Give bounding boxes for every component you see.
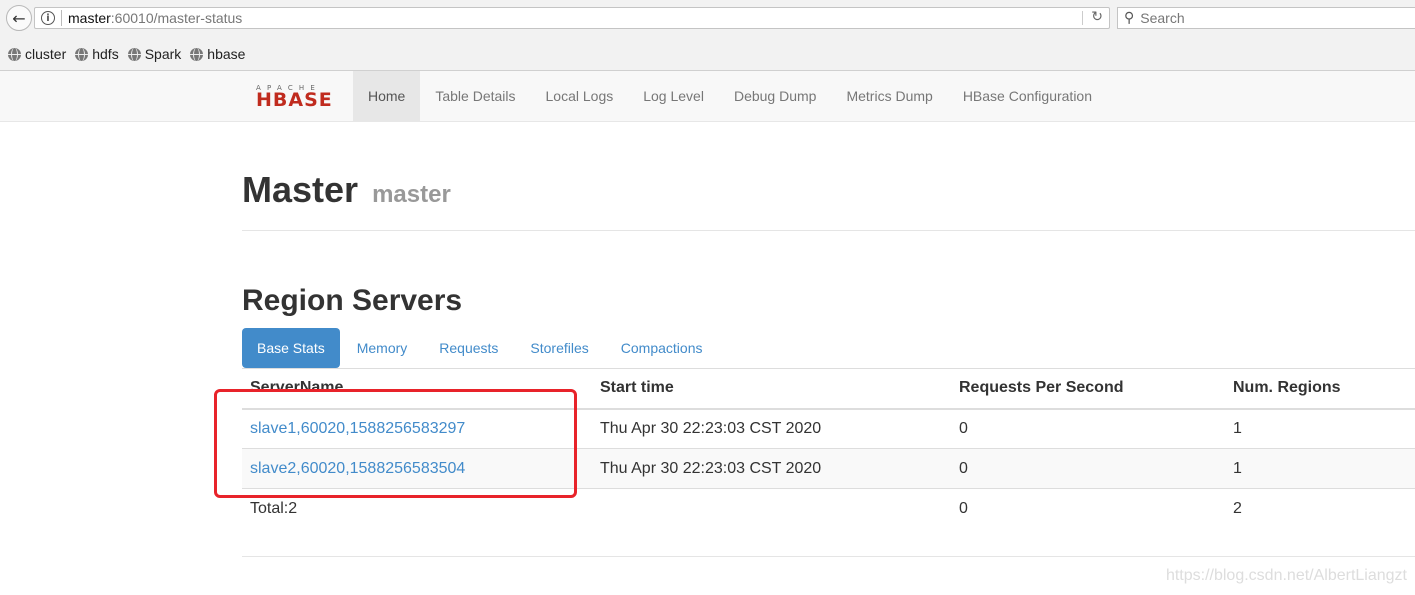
url-host: master	[68, 10, 111, 26]
footer-divider	[242, 556, 1415, 557]
page-subtitle: master	[372, 181, 451, 208]
total-label-cell: Total:2	[242, 488, 592, 529]
column-header: Requests Per Second	[951, 368, 1225, 410]
nav-debug-dump[interactable]: Debug Dump	[719, 71, 832, 121]
start-time-cell: Thu Apr 30 22:23:03 CST 2020	[592, 408, 951, 449]
back-arrow-icon[interactable]: ←	[6, 5, 32, 31]
search-placeholder: Search	[1140, 10, 1185, 26]
bookmark-hbase[interactable]: hbase	[190, 46, 245, 62]
table-header-row: ServerName Start time Requests Per Secon…	[242, 368, 1415, 410]
nav-home[interactable]: Home	[353, 71, 421, 121]
column-header: Start time	[592, 368, 951, 410]
bookmark-label: hbase	[207, 46, 246, 62]
globe-icon	[190, 47, 204, 61]
total-regions-cell: 2	[1225, 488, 1415, 529]
tab-requests[interactable]: Requests	[424, 328, 513, 368]
tab-memory[interactable]: Memory	[342, 328, 423, 368]
column-header: Num. Regions	[1225, 368, 1415, 410]
region-servers-table: ServerName Start time Requests Per Secon…	[242, 368, 1415, 529]
browser-search-input[interactable]: ⚲ Search	[1117, 7, 1415, 29]
globe-icon	[75, 47, 89, 61]
regions-cell: 1	[1225, 408, 1415, 449]
bookmark-label: Spark	[144, 46, 182, 62]
logo-hbase-text: HBASE	[256, 89, 333, 111]
column-header: ServerName	[242, 368, 592, 410]
bookmark-hdfs[interactable]: hdfs	[75, 46, 119, 62]
tab-base-stats[interactable]: Base Stats	[242, 328, 340, 368]
watermark: https://blog.csdn.net/AlbertLiangzt	[1165, 567, 1407, 584]
bookmark-label: hdfs	[92, 46, 119, 62]
bookmark-spark[interactable]: Spark	[127, 46, 182, 62]
nav-table-details[interactable]: Table Details	[420, 71, 530, 121]
url-divider	[61, 10, 62, 26]
reload-icon[interactable]: ↻	[1091, 9, 1103, 25]
bookmark-cluster[interactable]: cluster	[8, 46, 66, 62]
start-time-cell: Thu Apr 30 22:23:03 CST 2020	[592, 448, 951, 489]
nav-menu: Home Table Details Local Logs Log Level …	[353, 71, 1107, 121]
table-row: slave2,60020,1588256583504 Thu Apr 30 22…	[242, 448, 1415, 489]
regions-cell: 1	[1225, 448, 1415, 489]
nav-hbase-configuration[interactable]: HBase Configuration	[948, 71, 1107, 121]
region-servers-title: Region Servers	[242, 284, 463, 317]
empty-cell	[592, 488, 951, 529]
browser-toolbar: ← i master:60010/master-status ↻ ⚲ Searc…	[0, 0, 1415, 38]
nav-local-logs[interactable]: Local Logs	[531, 71, 629, 121]
table-row: slave1,60020,1588256583297 Thu Apr 30 22…	[242, 408, 1415, 449]
hbase-logo[interactable]: APACHE HBASE	[256, 84, 340, 111]
server-link[interactable]: slave2,60020,1588256583504	[250, 460, 465, 477]
requests-cell: 0	[951, 408, 1225, 449]
tab-storefiles[interactable]: Storefiles	[515, 328, 603, 368]
tab-compactions[interactable]: Compactions	[606, 328, 718, 368]
url-path: :60010/master-status	[110, 10, 243, 26]
page-title-text: Master	[242, 169, 359, 210]
total-requests-cell: 0	[951, 488, 1225, 529]
nav-log-level[interactable]: Log Level	[628, 71, 719, 121]
server-link[interactable]: slave1,60020,1588256583297	[250, 420, 465, 437]
globe-icon	[127, 47, 141, 61]
page-title: Master master	[242, 170, 451, 215]
address-bar[interactable]: i master:60010/master-status ↻	[34, 7, 1110, 29]
search-icon: ⚲	[1124, 10, 1135, 26]
navbar: APACHE HBASE Home Table Details Local Lo…	[0, 71, 1415, 122]
region-servers-tabs: Base Stats Memory Requests Storefiles Co…	[242, 328, 719, 368]
info-icon[interactable]: i	[41, 11, 55, 25]
table-total-row: Total:2 0 2	[242, 488, 1415, 529]
header-divider	[242, 230, 1415, 231]
globe-icon	[8, 47, 21, 61]
bookmarks-bar: cluster hdfs Spark hbase	[0, 38, 1415, 71]
server-name-cell: slave1,60020,1588256583297	[242, 408, 592, 449]
reload-divider	[1082, 11, 1083, 25]
bookmark-label: cluster	[25, 46, 67, 62]
requests-cell: 0	[951, 448, 1225, 489]
nav-metrics-dump[interactable]: Metrics Dump	[831, 71, 947, 121]
server-name-cell: slave2,60020,1588256583504	[242, 448, 592, 489]
